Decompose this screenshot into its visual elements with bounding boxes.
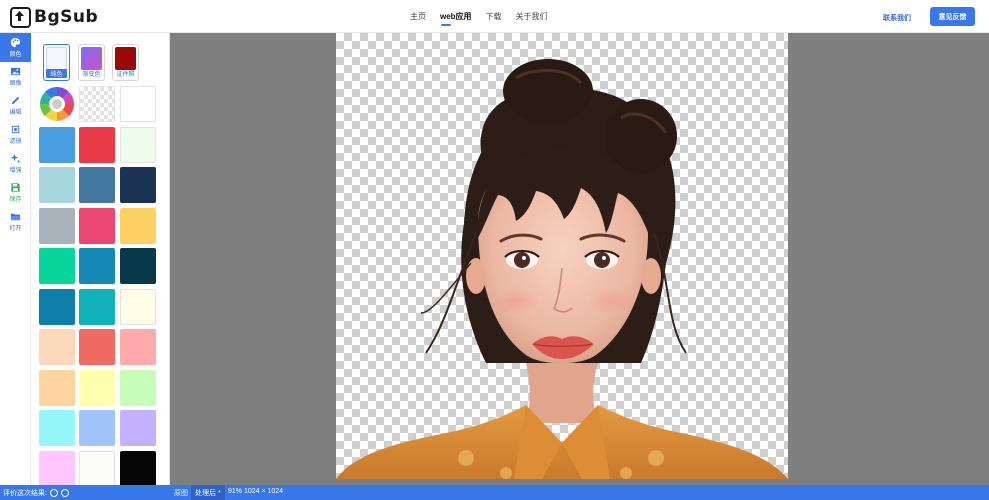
palette-icon [10,37,21,48]
image-icon [10,67,21,76]
color-swatch[interactable] [79,410,115,446]
color-swatch[interactable] [79,167,115,203]
tool-enhance[interactable]: 增强 [0,149,31,178]
type-id-photo-swatch [115,47,136,70]
type-solid-tab[interactable]: 纯色 [43,44,70,81]
nav-web-app[interactable]: web应用 [440,11,472,26]
color-swatch[interactable] [120,369,156,406]
tool-edit[interactable]: 编辑 [0,91,31,120]
top-header: BgSub 主页 web应用 下载 关于我们 联系我们 意见反馈 [0,0,989,33]
tool-image-label: 图像 [9,81,22,87]
happy-face-icon[interactable] [49,489,58,497]
rating-label: 评价这次结果: [3,490,47,497]
filter-icon [11,125,20,134]
tool-color-label: 颜色 [9,52,22,58]
color-swatch[interactable] [39,450,75,485]
nav-home[interactable]: 主页 [410,11,426,22]
type-id-photo-label: 证件照 [116,72,135,78]
color-swatch[interactable] [79,126,115,163]
tool-save-label: 保存 [9,197,22,203]
type-gradient-swatch [81,47,102,70]
logo-icon [10,6,31,28]
color-swatch[interactable] [120,450,156,485]
logo-text: BgSub [34,7,99,27]
contact-link[interactable]: 联系我们 [883,13,911,23]
color-swatch[interactable] [39,288,75,325]
tool-open-label: 打开 [9,226,22,232]
tool-edit-label: 编辑 [9,110,22,116]
tool-filter-label: 滤镜 [9,139,22,145]
color-swatch[interactable] [79,369,115,406]
tool-image[interactable]: 图像 [0,62,31,91]
color-swatch[interactable] [120,86,156,122]
swatch-transparent[interactable] [79,86,115,122]
sad-face-icon[interactable] [60,489,69,497]
color-swatch[interactable] [79,288,115,325]
color-swatch[interactable] [39,248,75,284]
logo[interactable]: BgSub [10,6,98,28]
color-swatch[interactable] [79,450,115,485]
subject-photo [336,59,788,479]
app-window: BgSub 主页 web应用 下载 关于我们 联系我们 意见反馈 颜色 图像 编… [0,0,989,500]
color-swatch[interactable] [39,329,75,365]
type-gradient-label: 渐变色 [82,72,101,78]
folder-icon [10,213,21,221]
original-toggle[interactable]: 原图 [174,488,188,498]
color-swatch[interactable] [39,207,75,244]
processed-toggle[interactable]: 处理后 * [191,485,225,500]
color-swatch[interactable] [120,410,156,446]
color-swatch[interactable] [120,288,156,325]
tool-sidebar: 颜色 图像 编辑 滤镜 增强 保存 打开 [0,33,31,485]
image-canvas[interactable] [336,33,788,479]
tool-enhance-label: 增强 [9,168,22,174]
main-nav: 主页 web应用 下载 关于我们 [410,11,548,26]
feedback-button[interactable]: 意见反馈 [930,7,975,26]
color-swatch[interactable] [120,248,156,284]
save-icon [11,183,20,192]
color-swatch[interactable] [79,329,115,365]
tool-open[interactable]: 打开 [0,207,31,236]
zoom-size-info: 91% 1024 × 1024 [228,488,284,495]
type-id-photo-tab[interactable]: 证件照 [112,44,139,81]
color-swatch[interactable] [39,369,75,406]
color-swatch[interactable] [120,329,156,365]
color-swatch[interactable] [39,167,75,203]
color-swatch[interactable] [39,126,75,163]
color-wheel-icon[interactable] [39,86,75,122]
nav-about[interactable]: 关于我们 [516,11,548,22]
tool-save[interactable]: 保存 [0,178,31,207]
rating-group: 评价这次结果: [3,488,69,498]
type-solid-swatch [46,47,67,70]
tool-filter[interactable]: 滤镜 [0,120,31,149]
color-panel: 纯色 渐变色 证件照 [31,33,170,485]
workspace [170,33,989,485]
color-swatch[interactable] [79,248,115,284]
sparkle-icon [10,153,21,164]
type-solid-label: 纯色 [46,69,67,78]
color-swatch[interactable] [39,410,75,446]
nav-download[interactable]: 下载 [486,11,502,22]
color-swatch[interactable] [120,167,156,203]
pencil-icon [11,96,20,105]
color-swatch[interactable] [120,126,156,163]
tool-color[interactable]: 颜色 [0,33,31,62]
color-swatch[interactable] [120,207,156,244]
type-gradient-tab[interactable]: 渐变色 [78,44,105,81]
status-bar: 评价这次结果: 原图 处理后 * 91% 1024 × 1024 [0,485,989,500]
color-swatch[interactable] [79,207,115,244]
